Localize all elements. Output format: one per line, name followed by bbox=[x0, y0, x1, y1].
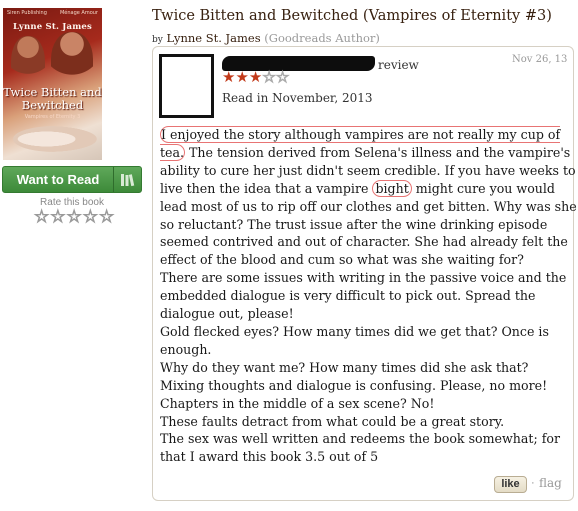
by-label: by bbox=[152, 35, 163, 45]
annotation-circle: tea. bbox=[160, 143, 186, 161]
star-filled-icon: ★ bbox=[222, 68, 236, 86]
want-to-read-label: Want to Read bbox=[16, 172, 100, 187]
review-line: Mixing thoughts and dialogue is confusin… bbox=[160, 377, 548, 393]
review-line: live then the idea that a vampire bight … bbox=[160, 179, 568, 198]
review-line: that I award this book 3.5 out of 5 bbox=[160, 449, 379, 465]
review-line: lead most of us to rip off our clothes a… bbox=[160, 198, 577, 214]
annotation-circle: bight bbox=[372, 179, 412, 197]
review-label: review bbox=[378, 58, 419, 72]
review-text-fragment: live then the idea that a vampire bbox=[160, 180, 373, 196]
review-line: These faults detract from what could be … bbox=[160, 413, 505, 429]
separator-dot: · bbox=[531, 477, 535, 489]
rate-star-icon[interactable]: ☆ bbox=[50, 208, 66, 226]
review-line: dialogue out, please! bbox=[160, 306, 294, 322]
reviewer-avatar[interactable] bbox=[159, 54, 214, 118]
review-date-link[interactable]: Nov 26, 13 bbox=[512, 54, 567, 65]
review-line: effect of the blood and cum so what was … bbox=[160, 252, 524, 268]
goodreads-author-tag: (Goodreads Author) bbox=[264, 31, 380, 45]
rate-star-icon[interactable]: ☆ bbox=[33, 208, 49, 226]
want-to-read-button[interactable]: Want to Read bbox=[2, 166, 142, 193]
cover-series: Vampires of Eternity 3 bbox=[24, 114, 81, 120]
review-text-fragment: The tension derived from Selena's illnes… bbox=[185, 144, 571, 160]
rate-star-icon[interactable]: ☆ bbox=[98, 208, 114, 226]
review-line: Chapters in the middle of a sex scene? N… bbox=[160, 395, 435, 411]
flag-link[interactable]: flag bbox=[539, 476, 562, 490]
book-title-link[interactable]: Twice Bitten and Bewitched (Vampires of … bbox=[152, 8, 552, 24]
byline: by Lynne St. James (Goodreads Author) bbox=[152, 31, 380, 45]
review-line: so reluctant? The trust issue after the … bbox=[160, 216, 548, 232]
cover-author: Lynne St. James bbox=[12, 22, 93, 32]
star-filled-icon: ★ bbox=[248, 68, 263, 86]
cover-publisher: Siren Publishing bbox=[7, 10, 47, 16]
review-line: ability to cure her just didn't seem cre… bbox=[160, 162, 576, 178]
cover-title: Twice Bitten and Bewitched bbox=[3, 85, 102, 112]
review-line: embedded dialogue is very difficult to p… bbox=[160, 288, 536, 304]
book-cover[interactable]: Siren Publishing Ménage Amour Lynne St. … bbox=[3, 8, 102, 160]
review-rating: ★ ★ ★ ☆ ☆ bbox=[222, 68, 290, 86]
star-filled-icon: ★ bbox=[235, 68, 249, 86]
like-button[interactable]: like bbox=[494, 476, 527, 493]
cover-figure-bottom bbox=[13, 126, 97, 152]
review-line: seemed contrived and out of character. S… bbox=[160, 234, 568, 250]
shelf-books-icon[interactable] bbox=[114, 173, 141, 187]
review-line: The sex was well written and redeems the… bbox=[160, 431, 560, 447]
read-date: Read in November, 2013 bbox=[222, 91, 373, 105]
star-empty-icon: ☆ bbox=[262, 68, 276, 86]
cover-figure-right bbox=[51, 32, 93, 92]
cover-imprint: Ménage Amour bbox=[59, 10, 98, 16]
review-line: Gold flecked eyes? How many times did we… bbox=[160, 323, 549, 339]
annotation-circle: I enjoyed the story although vampires ar… bbox=[160, 126, 561, 143]
review-text-fragment: might cure you would bbox=[411, 180, 555, 196]
review-line: Why do they want me? How many times did … bbox=[160, 359, 529, 375]
review-line: There are some issues with writing in th… bbox=[160, 270, 567, 286]
rate-star-icon[interactable]: ☆ bbox=[82, 208, 98, 226]
review-line: enough. bbox=[160, 341, 212, 357]
author-link[interactable]: Lynne St. James bbox=[167, 31, 261, 45]
review-line: tea. The tension derived from Selena's i… bbox=[160, 143, 571, 162]
rate-star-icon[interactable]: ☆ bbox=[66, 208, 82, 226]
rate-stars[interactable]: ☆ ☆ ☆ ☆ ☆ bbox=[33, 208, 114, 226]
cover-figure-left bbox=[11, 36, 45, 92]
review-line: I enjoyed the story although vampires ar… bbox=[160, 126, 568, 144]
review-text: I enjoyed the story although vampires ar… bbox=[160, 126, 577, 466]
star-empty-icon: ☆ bbox=[275, 68, 290, 86]
